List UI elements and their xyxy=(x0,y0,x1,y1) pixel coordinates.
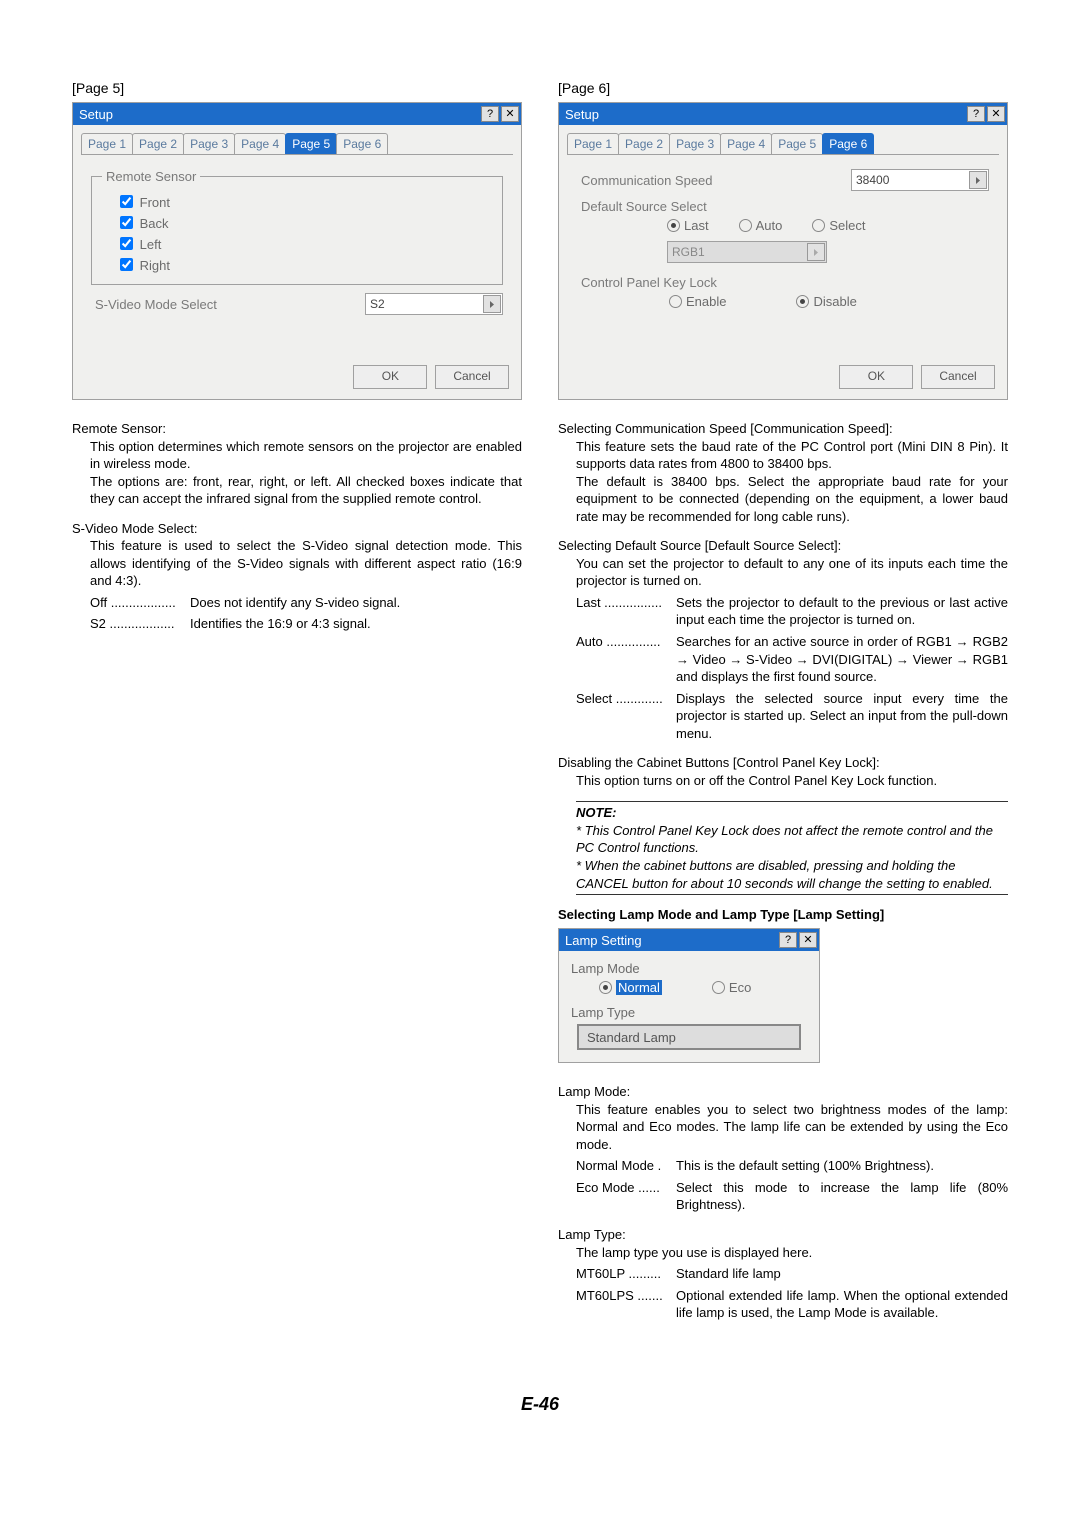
tab-page5[interactable]: Page 5 xyxy=(771,133,823,154)
remote-sensor-heading: Remote Sensor: xyxy=(72,420,522,438)
lamp-setting-dialog: Lamp Setting ? ✕ Lamp Mode Normal Eco La… xyxy=(558,928,820,1063)
tab-page1[interactable]: Page 1 xyxy=(567,133,619,154)
checkbox-back[interactable] xyxy=(120,216,133,229)
setup-dialog-page5: Setup ? ✕ Page 1 Page 2 Page 3 Page 4 Pa… xyxy=(72,102,522,400)
close-icon[interactable]: ✕ xyxy=(987,106,1005,122)
svideo-mode-select[interactable]: S2 xyxy=(365,293,503,315)
lamp-type-label: Lamp Type xyxy=(571,1005,807,1020)
tab-page4[interactable]: Page 4 xyxy=(720,133,772,154)
chevron-right-icon[interactable] xyxy=(483,295,501,313)
setup-dialog-page6: Setup ? ✕ Page 1 Page 2 Page 3 Page 4 Pa… xyxy=(558,102,1008,400)
lamp-mode-heading: Lamp Mode: xyxy=(558,1083,1008,1101)
tab-page3[interactable]: Page 3 xyxy=(669,133,721,154)
radio-last[interactable]: Last xyxy=(667,218,709,233)
source-select: RGB1 xyxy=(667,241,827,263)
titlebar: Setup ? ✕ xyxy=(559,103,1007,125)
close-icon[interactable]: ✕ xyxy=(799,932,817,948)
tabs-row: Page 1 Page 2 Page 3 Page 4 Page 5 Page … xyxy=(73,125,521,154)
close-icon[interactable]: ✕ xyxy=(501,106,519,122)
radio-eco[interactable]: Eco xyxy=(712,980,751,995)
lamp-type-text: The lamp type you use is displayed here. xyxy=(576,1244,1008,1262)
tab-page2[interactable]: Page 2 xyxy=(618,133,670,154)
lamp-type-value: Standard Lamp xyxy=(577,1024,801,1050)
dialog-title: Setup xyxy=(559,107,967,122)
tab-page5[interactable]: Page 5 xyxy=(285,133,337,154)
help-icon[interactable]: ? xyxy=(967,106,985,122)
page5-caption: [Page 5] xyxy=(72,80,522,96)
ok-button[interactable]: OK xyxy=(839,365,913,389)
radio-normal[interactable]: Normal xyxy=(599,980,662,995)
comm-speed-heading: Selecting Communication Speed [Communica… xyxy=(558,420,1008,438)
ok-button[interactable]: OK xyxy=(353,365,427,389)
checkbox-left[interactable] xyxy=(120,237,133,250)
key-lock-text: This option turns on or off the Control … xyxy=(576,772,1008,790)
svideo-mode-label: S-Video Mode Select xyxy=(95,297,365,312)
page-number: E-46 xyxy=(0,1394,1080,1415)
lamp-setting-heading: Selecting Lamp Mode and Lamp Type [Lamp … xyxy=(558,907,1008,922)
page6-caption: [Page 6] xyxy=(558,80,1008,96)
tab-page2[interactable]: Page 2 xyxy=(132,133,184,154)
remote-sensor-text: This option determines which remote sens… xyxy=(90,438,522,473)
help-icon[interactable]: ? xyxy=(779,932,797,948)
default-source-label: Default Source Select xyxy=(581,199,989,214)
titlebar: Setup ? ✕ xyxy=(73,103,521,125)
tabs-row: Page 1 Page 2 Page 3 Page 4 Page 5 Page … xyxy=(559,125,1007,154)
tab-page4[interactable]: Page 4 xyxy=(234,133,286,154)
tab-page3[interactable]: Page 3 xyxy=(183,133,235,154)
remote-sensor-fieldset: Remote Sensor Front Back Left Right xyxy=(91,169,503,285)
default-source-heading: Selecting Default Source [Default Source… xyxy=(558,537,1008,555)
key-lock-label: Control Panel Key Lock xyxy=(581,275,989,290)
lamp-mode-label: Lamp Mode xyxy=(571,961,807,976)
chevron-right-icon xyxy=(807,243,825,261)
svideo-text: This feature is used to select the S-Vid… xyxy=(90,537,522,590)
tab-page1[interactable]: Page 1 xyxy=(81,133,133,154)
radio-enable[interactable]: Enable xyxy=(669,294,726,309)
comm-speed-select[interactable]: 38400 xyxy=(851,169,989,191)
comm-speed-text: This feature sets the baud rate of the P… xyxy=(576,438,1008,526)
radio-disable[interactable]: Disable xyxy=(796,294,856,309)
cancel-button[interactable]: Cancel xyxy=(435,365,509,389)
help-icon[interactable]: ? xyxy=(481,106,499,122)
dialog-title: Setup xyxy=(73,107,481,122)
checkbox-right[interactable] xyxy=(120,258,133,271)
radio-auto[interactable]: Auto xyxy=(739,218,783,233)
remote-sensor-text2: The options are: front, rear, right, or … xyxy=(90,473,522,508)
radio-select[interactable]: Select xyxy=(812,218,865,233)
comm-speed-label: Communication Speed xyxy=(581,173,851,188)
note-box: NOTE: * This Control Panel Key Lock does… xyxy=(576,801,1008,895)
tab-page6[interactable]: Page 6 xyxy=(336,133,388,154)
default-source-text: You can set the projector to default to … xyxy=(576,555,1008,590)
titlebar: Lamp Setting ? ✕ xyxy=(559,929,819,951)
cancel-button[interactable]: Cancel xyxy=(921,365,995,389)
key-lock-heading: Disabling the Cabinet Buttons [Control P… xyxy=(558,754,1008,772)
lamp-mode-text: This feature enables you to select two b… xyxy=(576,1101,1008,1154)
dialog-title: Lamp Setting xyxy=(559,933,779,948)
remote-sensor-legend: Remote Sensor xyxy=(102,169,200,184)
chevron-right-icon[interactable] xyxy=(969,171,987,189)
svideo-heading: S-Video Mode Select: xyxy=(72,520,522,538)
checkbox-front[interactable] xyxy=(120,195,133,208)
lamp-type-heading: Lamp Type: xyxy=(558,1226,1008,1244)
tab-page6[interactable]: Page 6 xyxy=(822,133,874,154)
